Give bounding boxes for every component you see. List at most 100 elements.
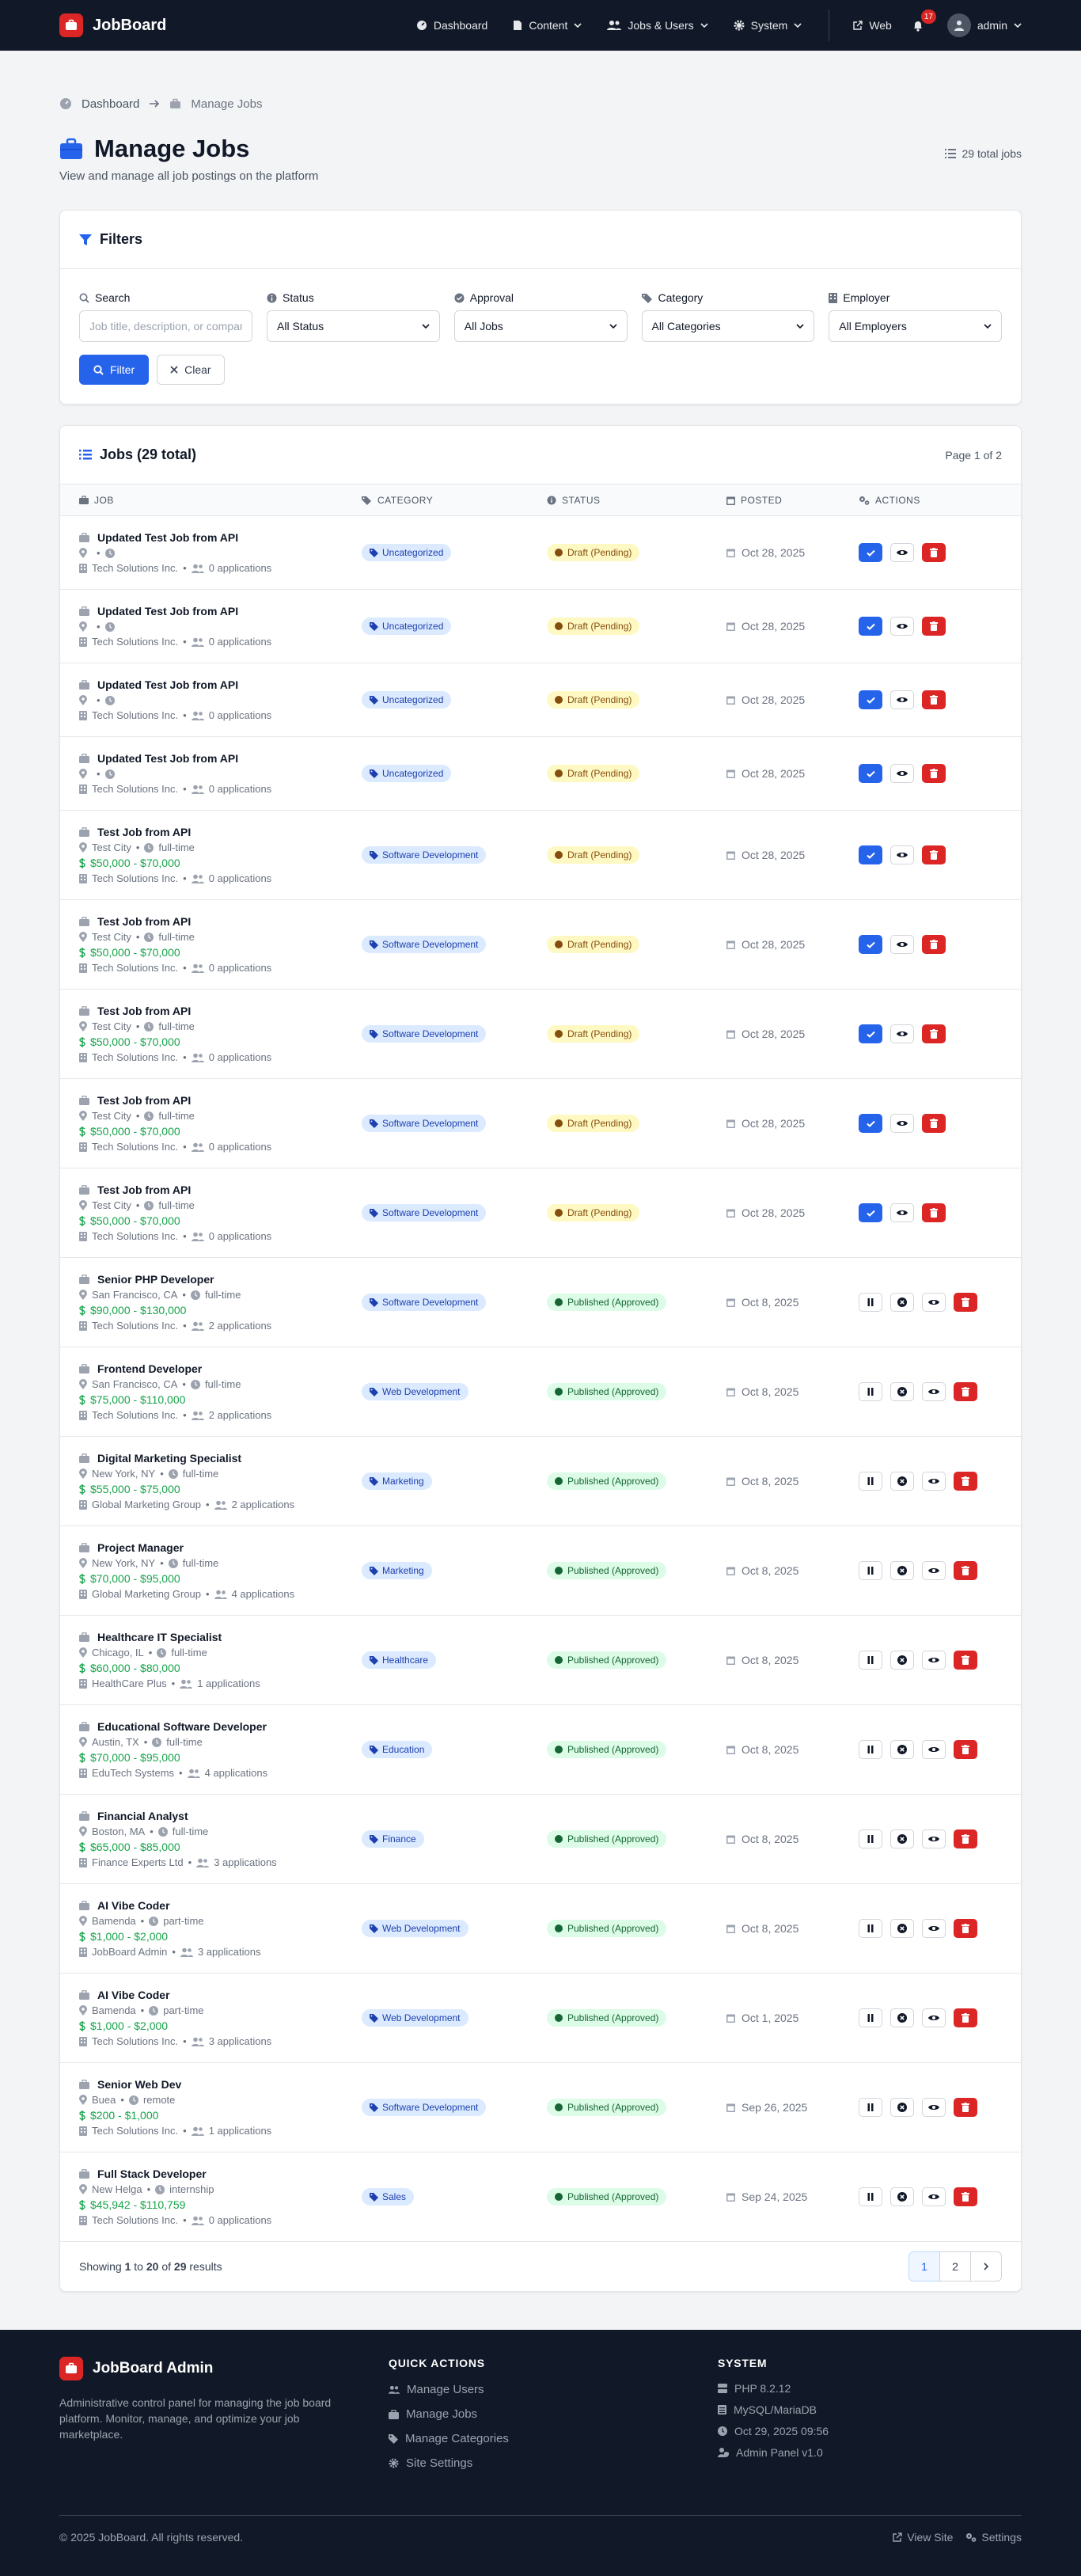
reject-button[interactable] bbox=[890, 2187, 914, 2206]
pause-button[interactable] bbox=[859, 1382, 882, 1401]
reject-button[interactable] bbox=[890, 1382, 914, 1401]
job-title[interactable]: Frontend Developer bbox=[79, 1362, 362, 1375]
quick-link-manage-users[interactable]: Manage Users bbox=[389, 2377, 718, 2402]
approve-button[interactable] bbox=[859, 543, 882, 562]
view-button[interactable] bbox=[922, 1740, 946, 1759]
job-title[interactable]: Test Job from API bbox=[79, 826, 362, 838]
reject-button[interactable] bbox=[890, 2008, 914, 2027]
clear-button[interactable]: Clear bbox=[157, 355, 225, 385]
reject-button[interactable] bbox=[890, 1472, 914, 1491]
nav-jobs-users[interactable]: Jobs & Users bbox=[594, 0, 720, 51]
pause-button[interactable] bbox=[859, 2098, 882, 2117]
delete-button[interactable] bbox=[954, 1919, 977, 1938]
view-button[interactable] bbox=[890, 764, 914, 783]
reject-button[interactable] bbox=[890, 1740, 914, 1759]
view-button[interactable] bbox=[922, 1561, 946, 1580]
job-title[interactable]: Updated Test Job from API bbox=[79, 605, 362, 617]
reject-button[interactable] bbox=[890, 1829, 914, 1848]
view-site-link[interactable]: View Site bbox=[893, 2531, 953, 2544]
job-title[interactable]: Updated Test Job from API bbox=[79, 531, 362, 544]
approve-button[interactable] bbox=[859, 1203, 882, 1222]
delete-button[interactable] bbox=[954, 1740, 977, 1759]
delete-button[interactable] bbox=[954, 1561, 977, 1580]
reject-button[interactable] bbox=[890, 1919, 914, 1938]
view-button[interactable] bbox=[890, 935, 914, 954]
view-button[interactable] bbox=[922, 1293, 946, 1312]
approve-button[interactable] bbox=[859, 617, 882, 636]
view-button[interactable] bbox=[922, 2098, 946, 2117]
job-title[interactable]: Healthcare IT Specialist bbox=[79, 1631, 362, 1643]
approval-select[interactable]: All Jobs bbox=[453, 310, 628, 342]
nav-system[interactable]: System bbox=[721, 0, 815, 51]
pause-button[interactable] bbox=[859, 1919, 882, 1938]
notifications-button[interactable]: 17 bbox=[901, 0, 936, 51]
approve-button[interactable] bbox=[859, 690, 882, 709]
pause-button[interactable] bbox=[859, 1472, 882, 1491]
job-title[interactable]: Test Job from API bbox=[79, 1184, 362, 1196]
category-select[interactable]: All Categories bbox=[641, 310, 815, 342]
job-title[interactable]: Full Stack Developer bbox=[79, 2168, 362, 2180]
delete-button[interactable] bbox=[922, 617, 946, 636]
breadcrumb-dashboard[interactable]: Dashboard bbox=[82, 97, 139, 111]
job-title[interactable]: Updated Test Job from API bbox=[79, 752, 362, 765]
delete-button[interactable] bbox=[954, 1651, 977, 1670]
pause-button[interactable] bbox=[859, 1293, 882, 1312]
view-button[interactable] bbox=[890, 1203, 914, 1222]
delete-button[interactable] bbox=[922, 1203, 946, 1222]
approve-button[interactable] bbox=[859, 935, 882, 954]
delete-button[interactable] bbox=[922, 1114, 946, 1133]
approve-button[interactable] bbox=[859, 1114, 882, 1133]
user-menu[interactable]: admin bbox=[935, 0, 1022, 51]
view-button[interactable] bbox=[890, 845, 914, 864]
job-title[interactable]: Updated Test Job from API bbox=[79, 678, 362, 691]
delete-button[interactable] bbox=[954, 2187, 977, 2206]
pause-button[interactable] bbox=[859, 1829, 882, 1848]
delete-button[interactable] bbox=[922, 935, 946, 954]
view-button[interactable] bbox=[922, 1829, 946, 1848]
delete-button[interactable] bbox=[922, 690, 946, 709]
view-button[interactable] bbox=[922, 1651, 946, 1670]
next-page-button[interactable] bbox=[970, 2251, 1002, 2282]
job-title[interactable]: Financial Analyst bbox=[79, 1810, 362, 1822]
view-button[interactable] bbox=[890, 1024, 914, 1043]
quick-link-manage-categories[interactable]: Manage Categories bbox=[389, 2426, 718, 2451]
delete-button[interactable] bbox=[954, 1829, 977, 1848]
pause-button[interactable] bbox=[859, 2008, 882, 2027]
view-button[interactable] bbox=[890, 617, 914, 636]
job-title[interactable]: Educational Software Developer bbox=[79, 1720, 362, 1733]
job-title[interactable]: Senior Web Dev bbox=[79, 2078, 362, 2091]
reject-button[interactable] bbox=[890, 2098, 914, 2117]
delete-button[interactable] bbox=[954, 1293, 977, 1312]
job-title[interactable]: AI Vibe Coder bbox=[79, 1899, 362, 1912]
view-button[interactable] bbox=[890, 1114, 914, 1133]
job-title[interactable]: AI Vibe Coder bbox=[79, 1989, 362, 2001]
employer-select[interactable]: All Employers bbox=[829, 310, 1002, 342]
approve-button[interactable] bbox=[859, 845, 882, 864]
filter-button[interactable]: Filter bbox=[79, 355, 150, 385]
delete-button[interactable] bbox=[922, 543, 946, 562]
nav-content[interactable]: Content bbox=[500, 0, 594, 51]
pause-button[interactable] bbox=[859, 1651, 882, 1670]
delete-button[interactable] bbox=[954, 2008, 977, 2027]
job-title[interactable]: Project Manager bbox=[79, 1541, 362, 1554]
quick-link-site-settings[interactable]: Site Settings bbox=[389, 2451, 718, 2475]
quick-link-manage-jobs[interactable]: Manage Jobs bbox=[389, 2402, 718, 2426]
job-title[interactable]: Test Job from API bbox=[79, 1005, 362, 1017]
view-button[interactable] bbox=[922, 2187, 946, 2206]
job-title[interactable]: Senior PHP Developer bbox=[79, 1273, 362, 1286]
approve-button[interactable] bbox=[859, 1024, 882, 1043]
view-button[interactable] bbox=[922, 1472, 946, 1491]
status-select[interactable]: All Status bbox=[267, 310, 440, 342]
delete-button[interactable] bbox=[954, 2098, 977, 2117]
reject-button[interactable] bbox=[890, 1293, 914, 1312]
view-button[interactable] bbox=[890, 690, 914, 709]
delete-button[interactable] bbox=[922, 1024, 946, 1043]
reject-button[interactable] bbox=[890, 1651, 914, 1670]
view-button[interactable] bbox=[922, 1919, 946, 1938]
view-button[interactable] bbox=[922, 1382, 946, 1401]
delete-button[interactable] bbox=[954, 1382, 977, 1401]
delete-button[interactable] bbox=[922, 845, 946, 864]
view-button[interactable] bbox=[922, 2008, 946, 2027]
approve-button[interactable] bbox=[859, 764, 882, 783]
view-button[interactable] bbox=[890, 543, 914, 562]
